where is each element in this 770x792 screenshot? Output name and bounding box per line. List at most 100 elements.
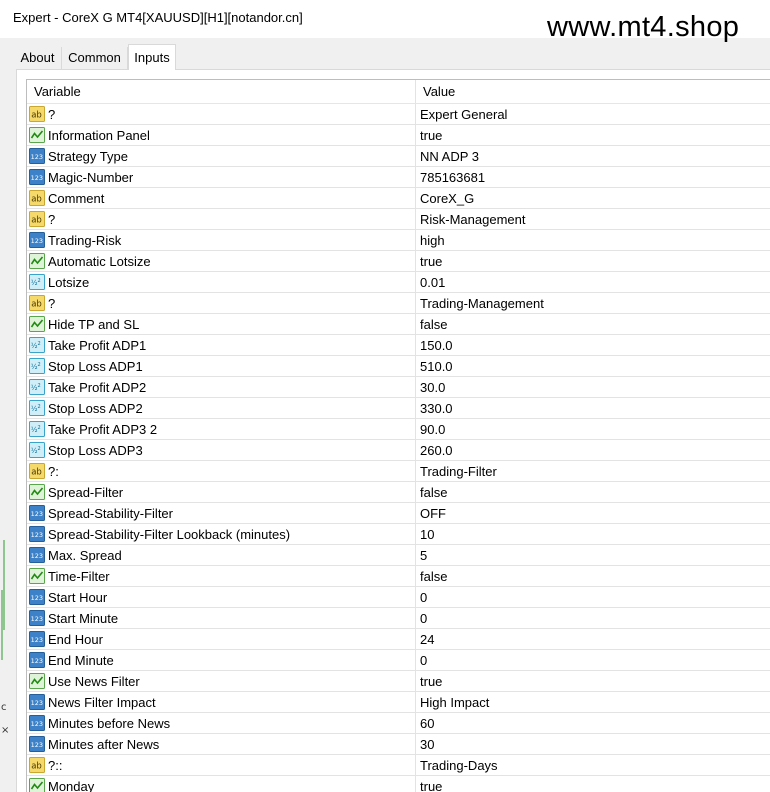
variable-cell[interactable]: 123News Filter Impact: [27, 692, 416, 712]
table-row[interactable]: 123Trading-Risk high: [27, 230, 770, 251]
value-cell[interactable]: false: [420, 317, 447, 332]
table-row[interactable]: Information Paneltrue: [27, 125, 770, 146]
value-cell[interactable]: high: [420, 233, 445, 248]
table-row[interactable]: 123Spread-Stability-FilterOFF: [27, 503, 770, 524]
variable-cell[interactable]: ab?: [27, 293, 416, 313]
value-cell[interactable]: NN ADP 3: [420, 149, 479, 164]
table-row[interactable]: 123End Hour 24: [27, 629, 770, 650]
table-row[interactable]: ½2Lotsize0.01: [27, 272, 770, 293]
table-row[interactable]: 123Spread-Stability-Filter Lookback (min…: [27, 524, 770, 545]
value-cell[interactable]: 10: [420, 527, 434, 542]
column-divider[interactable]: [415, 80, 416, 103]
variable-cell[interactable]: 123Trading-Risk: [27, 230, 416, 250]
table-row[interactable]: ab? Trading-Management: [27, 293, 770, 314]
table-row[interactable]: 123Minutes after News 30: [27, 734, 770, 755]
value-cell[interactable]: Risk-Management: [420, 212, 526, 227]
table-row[interactable]: ab?Risk-Management: [27, 209, 770, 230]
inputs-table[interactable]: Variable Value ab? Expert General Informat…: [26, 79, 770, 792]
variable-cell[interactable]: ½2Stop Loss ADP2: [27, 398, 416, 418]
variable-cell[interactable]: 123Strategy Type: [27, 146, 416, 166]
table-row[interactable]: 123Minutes before News 60: [27, 713, 770, 734]
value-cell[interactable]: Trading-Management: [420, 296, 544, 311]
value-cell[interactable]: 0: [420, 653, 427, 668]
value-cell[interactable]: true: [420, 674, 442, 689]
value-cell[interactable]: 510.0: [420, 359, 453, 374]
value-cell[interactable]: 260.0: [420, 443, 453, 458]
table-row[interactable]: ½2Take Profit ADP2 30.0: [27, 377, 770, 398]
column-header-variable[interactable]: Variable: [34, 84, 81, 99]
variable-cell[interactable]: 123Spread-Stability-Filter Lookback (min…: [27, 524, 416, 544]
value-cell[interactable]: Trading-Filter: [420, 464, 497, 479]
value-cell[interactable]: 24: [420, 632, 434, 647]
variable-cell[interactable]: 123Max. Spread: [27, 545, 416, 565]
tab-about[interactable]: About: [14, 47, 62, 69]
value-cell[interactable]: 330.0: [420, 401, 453, 416]
column-header-value[interactable]: Value: [423, 84, 455, 99]
variable-cell[interactable]: ½2Take Profit ADP2: [27, 377, 416, 397]
table-row[interactable]: 123News Filter Impact High Impact: [27, 692, 770, 713]
variable-cell[interactable]: ab?: [27, 104, 416, 124]
value-cell[interactable]: Expert General: [420, 107, 507, 122]
tab-common[interactable]: Common: [62, 47, 128, 69]
variable-cell[interactable]: abComment: [27, 188, 416, 208]
table-row[interactable]: ½2Stop Loss ADP2 330.0: [27, 398, 770, 419]
variable-cell[interactable]: Hide TP and SL: [27, 314, 416, 334]
variable-cell[interactable]: ab?:: [27, 461, 416, 481]
variable-cell[interactable]: Automatic Lotsize: [27, 251, 416, 271]
variable-cell[interactable]: Use News Filter: [27, 671, 416, 691]
variable-cell[interactable]: Information Panel: [27, 125, 416, 145]
value-cell[interactable]: 785163681: [420, 170, 485, 185]
variable-cell[interactable]: Time-Filter: [27, 566, 416, 586]
variable-cell[interactable]: 123End Minute: [27, 650, 416, 670]
table-row[interactable]: ab?::Trading-Days: [27, 755, 770, 776]
variable-cell[interactable]: ab?::: [27, 755, 416, 775]
value-cell[interactable]: 60: [420, 716, 434, 731]
value-cell[interactable]: 0: [420, 611, 427, 626]
value-cell[interactable]: High Impact: [420, 695, 489, 710]
variable-cell[interactable]: 123Minutes before News: [27, 713, 416, 733]
variable-cell[interactable]: ½2Stop Loss ADP3: [27, 440, 416, 460]
table-row[interactable]: Hide TP and SL false: [27, 314, 770, 335]
variable-cell[interactable]: 123Magic-Number: [27, 167, 416, 187]
variable-cell[interactable]: Spread-Filter: [27, 482, 416, 502]
value-cell[interactable]: OFF: [420, 506, 446, 521]
value-cell[interactable]: 30: [420, 737, 434, 752]
variable-cell[interactable]: 123Start Hour: [27, 587, 416, 607]
value-cell[interactable]: false: [420, 485, 447, 500]
table-row[interactable]: 123Start Minute 0: [27, 608, 770, 629]
variable-cell[interactable]: ½2Take Profit ADP3 2: [27, 419, 416, 439]
table-row[interactable]: 123Strategy Type NN ADP 3: [27, 146, 770, 167]
table-row[interactable]: Spread-Filter false: [27, 482, 770, 503]
table-row[interactable]: 123Start Hour 0: [27, 587, 770, 608]
variable-cell[interactable]: ½2Stop Loss ADP1: [27, 356, 416, 376]
table-row[interactable]: Use News Filter true: [27, 671, 770, 692]
table-row[interactable]: 123End Minute 0: [27, 650, 770, 671]
value-cell[interactable]: false: [420, 569, 447, 584]
variable-cell[interactable]: 123Start Minute: [27, 608, 416, 628]
table-row[interactable]: abComment CoreX_G: [27, 188, 770, 209]
value-cell[interactable]: 5: [420, 548, 427, 563]
table-row[interactable]: ½2Take Profit ADP1 150.0: [27, 335, 770, 356]
value-cell[interactable]: true: [420, 779, 442, 792]
table-row[interactable]: ab? Expert General: [27, 104, 770, 125]
table-row[interactable]: Monday true: [27, 776, 770, 792]
value-cell[interactable]: 90.0: [420, 422, 445, 437]
value-cell[interactable]: 0: [420, 590, 427, 605]
table-row[interactable]: ½2Stop Loss ADP3 260.0: [27, 440, 770, 461]
table-row[interactable]: 123Magic-Number 785163681: [27, 167, 770, 188]
variable-cell[interactable]: 123Minutes after News: [27, 734, 416, 754]
variable-cell[interactable]: ½2Take Profit ADP1: [27, 335, 416, 355]
value-cell[interactable]: CoreX_G: [420, 191, 474, 206]
table-row[interactable]: Time-Filter false: [27, 566, 770, 587]
table-row[interactable]: 123Max. Spread 5: [27, 545, 770, 566]
table-row[interactable]: ab?: Trading-Filter: [27, 461, 770, 482]
value-cell[interactable]: Trading-Days: [420, 758, 498, 773]
value-cell[interactable]: 30.0: [420, 380, 445, 395]
variable-cell[interactable]: Monday: [27, 776, 416, 792]
value-cell[interactable]: 0.01: [420, 275, 445, 290]
value-cell[interactable]: true: [420, 254, 442, 269]
tab-inputs[interactable]: Inputs: [128, 44, 176, 70]
value-cell[interactable]: 150.0: [420, 338, 453, 353]
variable-cell[interactable]: 123End Hour: [27, 629, 416, 649]
table-row[interactable]: ½2Stop Loss ADP1 510.0: [27, 356, 770, 377]
